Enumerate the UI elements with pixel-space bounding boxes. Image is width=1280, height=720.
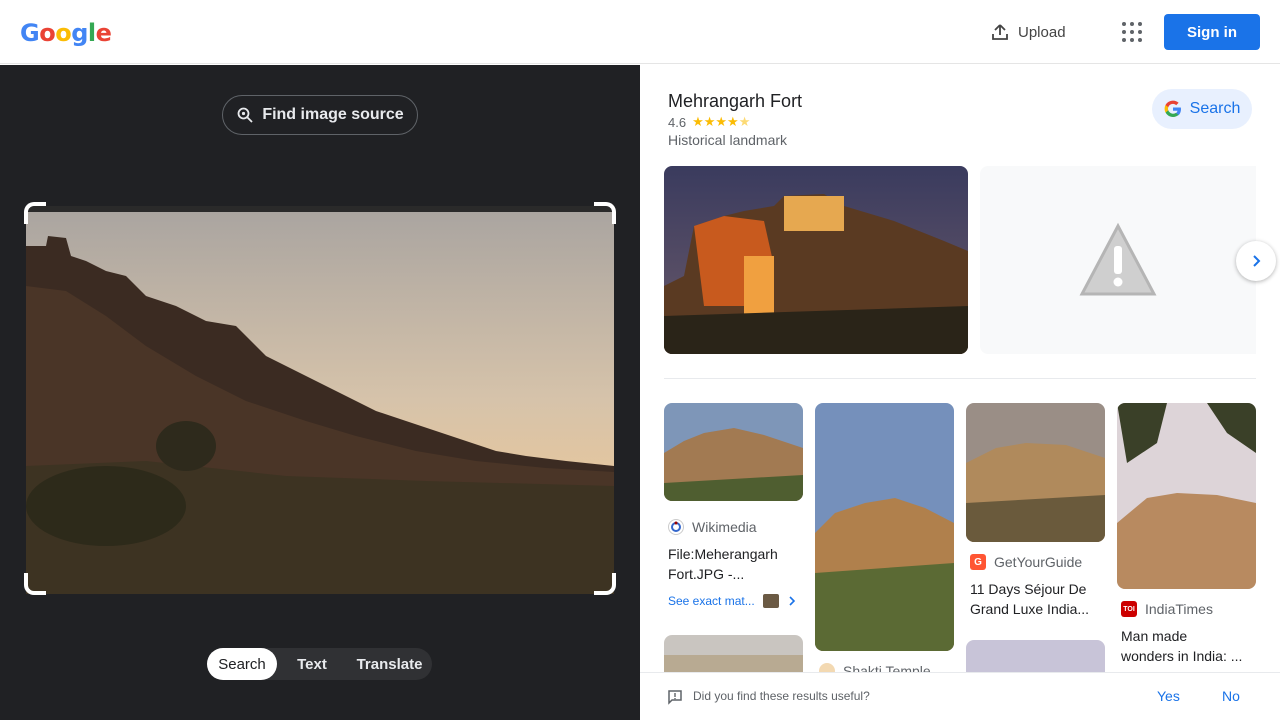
upload-icon: [992, 24, 1008, 40]
image-query-panel: Find image source Search Text Translate: [0, 65, 640, 720]
feedback-yes-button[interactable]: Yes: [1157, 688, 1180, 704]
result-image-getyourguide[interactable]: [966, 403, 1105, 542]
find-image-source-button[interactable]: Find image source: [222, 95, 418, 135]
indiatimes-icon: TOI: [1121, 601, 1137, 617]
results-panel: Mehrangarh Fort 4.6 ★★★★★ Historical lan…: [640, 65, 1280, 720]
entity-image-1[interactable]: [664, 166, 968, 354]
google-logo[interactable]: Google: [20, 19, 112, 47]
source-name: IndiaTimes: [1145, 601, 1213, 617]
crop-handle-top-right[interactable]: [594, 202, 616, 224]
top-bar: Google Upload Sign in: [0, 0, 1280, 64]
rating-stars-icon: ★★★★★: [692, 114, 751, 129]
find-image-source-label: Find image source: [262, 106, 404, 123]
exact-match-thumbnail: [762, 594, 779, 608]
result-title-getyourguide[interactable]: 11 Days Séjour De Grand Luxe India...: [970, 579, 1102, 619]
section-divider: [664, 378, 1256, 379]
upload-label: Upload: [1018, 23, 1066, 41]
chevron-right-icon: [1253, 255, 1261, 267]
chevron-right-icon: [789, 596, 795, 606]
upload-button[interactable]: Upload: [990, 18, 1066, 46]
see-exact-matches-link[interactable]: See exact mat...: [668, 594, 797, 608]
see-exact-label: See exact mat...: [668, 594, 755, 608]
source-name: GetYourGuide: [994, 554, 1083, 570]
lens-search-icon: [237, 107, 253, 123]
feedback-bar: Did you find these results useful? Yes N…: [640, 672, 1280, 720]
google-search-label: Search: [1189, 100, 1241, 117]
mode-search-tab[interactable]: Search: [207, 648, 277, 680]
mode-translate-tab[interactable]: Translate: [347, 648, 432, 680]
result-title-wikimedia[interactable]: File:Meherangarh Fort.JPG -...: [668, 544, 798, 584]
source-name: Wikimedia: [692, 519, 757, 535]
crop-handle-bottom-left[interactable]: [24, 573, 46, 595]
entity-title[interactable]: Mehrangarh Fort: [668, 91, 802, 112]
crop-handle-top-left[interactable]: [24, 202, 46, 224]
rating-value: 4.6: [668, 114, 687, 130]
result-source-getyourguide[interactable]: G GetYourGuide: [970, 554, 1082, 570]
broken-image-warning-icon: [1079, 222, 1157, 296]
google-g-icon: [1164, 100, 1181, 117]
feedback-icon: [668, 690, 682, 705]
feedback-question: Did you find these results useful?: [693, 689, 870, 703]
entity-rating: 4.6 ★★★★★: [668, 114, 750, 130]
entity-image-2-placeholder[interactable]: [980, 166, 1256, 354]
result-image-shakti-temple[interactable]: [815, 403, 954, 651]
next-images-button[interactable]: [1236, 241, 1276, 281]
entity-type: Historical landmark: [668, 132, 788, 148]
wikimedia-icon: [668, 519, 684, 535]
google-search-button[interactable]: Search: [1152, 89, 1252, 129]
query-image[interactable]: [26, 206, 614, 594]
apps-grid-icon[interactable]: [1120, 20, 1144, 44]
result-title-indiatimes[interactable]: Man made wonders in India: ...: [1121, 626, 1253, 666]
result-source-wikimedia[interactable]: Wikimedia: [668, 519, 757, 535]
result-image-indiatimes[interactable]: [1117, 403, 1256, 589]
crop-handle-bottom-right[interactable]: [594, 573, 616, 595]
mode-text-tab[interactable]: Text: [277, 648, 347, 680]
result-source-indiatimes[interactable]: TOI IndiaTimes: [1121, 601, 1213, 617]
sign-in-button[interactable]: Sign in: [1164, 14, 1260, 50]
mode-switcher: Search Text Translate: [207, 648, 432, 680]
feedback-no-button[interactable]: No: [1222, 688, 1240, 704]
getyourguide-icon: G: [970, 554, 986, 570]
result-image-wikimedia[interactable]: [664, 403, 803, 501]
